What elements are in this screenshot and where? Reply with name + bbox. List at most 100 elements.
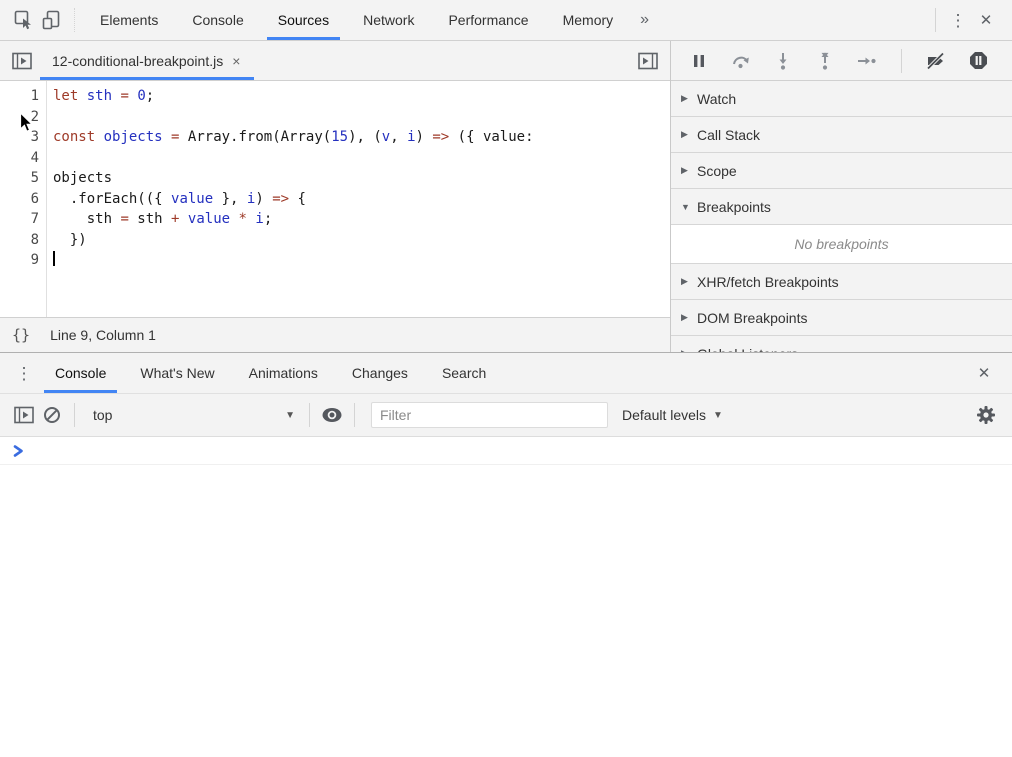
editor-line[interactable]: 8 }) <box>0 230 670 251</box>
code-token: = <box>120 88 128 104</box>
step-over-button[interactable] <box>725 47 757 75</box>
close-file-tab-icon[interactable]: × <box>232 53 240 69</box>
step-out-button[interactable] <box>809 47 841 75</box>
code-token <box>78 88 86 104</box>
line-number[interactable]: 4 <box>0 148 47 169</box>
pause-on-exceptions-icon <box>969 51 988 70</box>
console-settings-button[interactable] <box>972 401 1000 429</box>
toolbar-separator <box>74 403 75 427</box>
line-number[interactable]: 8 <box>0 230 47 251</box>
step-out-icon <box>817 52 833 70</box>
editor-pane: 12-conditional-breakpoint.js × 1let sth … <box>0 41 670 352</box>
sidebar-section-xhr-fetch-breakpoints[interactable]: ▶ XHR/fetch Breakpoints <box>671 264 1012 300</box>
tab-network[interactable]: Network <box>346 0 431 40</box>
pause-on-exceptions-button[interactable] <box>962 47 994 75</box>
show-debugger-sidebar-button[interactable] <box>634 47 662 75</box>
code-text: .forEach(({ value }, i) => { <box>47 189 306 210</box>
drawer-menu-button[interactable]: ⋮ <box>10 359 38 387</box>
drawer-tab-animations[interactable]: Animations <box>232 353 335 393</box>
code-token: sth <box>53 211 120 227</box>
tab-sources[interactable]: Sources <box>261 0 346 40</box>
editor-lines: 1let sth = 0;23const objects = Array.fro… <box>0 81 670 271</box>
line-number[interactable]: 9 <box>0 250 47 271</box>
drawer-tab-console[interactable]: Console <box>38 353 123 393</box>
line-number[interactable]: 7 <box>0 209 47 230</box>
create-live-expression-button[interactable] <box>318 401 346 429</box>
code-token: const <box>53 129 95 145</box>
inspect-element-button[interactable] <box>10 6 38 34</box>
tab-performance[interactable]: Performance <box>431 0 545 40</box>
log-levels-selector[interactable]: Default levels ▼ <box>622 407 723 423</box>
line-number[interactable]: 5 <box>0 168 47 189</box>
code-token: i <box>407 129 415 145</box>
main-toolbar: Elements Console Sources Network Perform… <box>0 0 1012 41</box>
gear-icon <box>976 405 996 425</box>
pause-script-button[interactable] <box>683 47 715 75</box>
sidebar-section-scope[interactable]: ▶ Scope <box>671 153 1012 189</box>
drawer: ⋮ Console What's New Animations Changes … <box>0 352 1012 757</box>
show-console-sidebar-button[interactable] <box>10 401 38 429</box>
tab-console[interactable]: Console <box>175 0 260 40</box>
javascript-context-selector[interactable]: top ▼ <box>83 407 301 423</box>
sidebar-section-watch[interactable]: ▶ Watch <box>671 81 1012 117</box>
editor-line[interactable]: 3const objects = Array.from(Array(15), (… <box>0 127 670 148</box>
pretty-print-button[interactable]: {} <box>12 326 30 344</box>
close-drawer-button[interactable]: ✕ <box>970 359 998 387</box>
step-into-icon <box>775 52 791 70</box>
step-over-icon <box>731 53 751 69</box>
code-token: v <box>382 129 390 145</box>
eye-icon <box>321 407 343 423</box>
section-label: DOM Breakpoints <box>697 310 807 326</box>
editor-line[interactable]: 6 .forEach(({ value }, i) => { <box>0 189 670 210</box>
code-token: }, <box>213 191 247 207</box>
section-label: Global Listeners <box>697 346 798 353</box>
code-token: value <box>188 211 230 227</box>
close-devtools-button[interactable]: ✕ <box>972 6 1000 34</box>
console-messages-area[interactable] <box>0 437 1012 757</box>
devtools-menu-button[interactable]: ⋮ <box>944 6 972 34</box>
code-token: { <box>289 191 306 207</box>
line-number[interactable]: 3 <box>0 127 47 148</box>
more-tabs-button[interactable]: » <box>630 11 659 29</box>
line-number[interactable]: 1 <box>0 86 47 107</box>
drawer-tab-changes[interactable]: Changes <box>335 353 425 393</box>
code-text: sth = sth + value * i; <box>47 209 272 230</box>
editor-line[interactable]: 1let sth = 0; <box>0 86 670 107</box>
step-button[interactable] <box>851 47 883 75</box>
show-navigator-button[interactable] <box>8 47 36 75</box>
editor-line[interactable]: 2 <box>0 107 670 128</box>
console-filter-input[interactable] <box>371 402 608 428</box>
editor-line[interactable]: 7 sth = sth + value * i; <box>0 209 670 230</box>
sidebar-section-breakpoints[interactable]: ▼ Breakpoints <box>671 189 1012 225</box>
drawer-tab-whats-new[interactable]: What's New <box>123 353 231 393</box>
file-tab[interactable]: 12-conditional-breakpoint.js × <box>40 41 254 80</box>
tab-memory[interactable]: Memory <box>546 0 631 40</box>
toolbar-separator <box>901 49 902 73</box>
step-into-button[interactable] <box>767 47 799 75</box>
sidebar-right-toggle-icon <box>637 51 659 71</box>
debugger-toolbar <box>671 41 1012 81</box>
toggle-device-toolbar-button[interactable] <box>38 6 66 34</box>
clear-console-button[interactable] <box>38 401 66 429</box>
editor-line[interactable]: 4 <box>0 148 670 169</box>
sidebar-left-toggle-icon <box>13 405 35 425</box>
sidebar-section-global-listeners[interactable]: ▶ Global Listeners <box>671 336 1012 352</box>
code-editor[interactable]: 1let sth = 0;23const objects = Array.fro… <box>0 81 670 317</box>
code-token: ; <box>264 211 272 227</box>
chevron-right-icon: ▶ <box>681 348 697 352</box>
toolbar-separator <box>354 403 355 427</box>
editor-line[interactable]: 9 <box>0 250 670 271</box>
deactivate-breakpoints-button[interactable] <box>920 47 952 75</box>
sidebar-section-call-stack[interactable]: ▶ Call Stack <box>671 117 1012 153</box>
drawer-tab-search[interactable]: Search <box>425 353 503 393</box>
tab-elements[interactable]: Elements <box>83 0 175 40</box>
sidebar-section-dom-breakpoints[interactable]: ▶ DOM Breakpoints <box>671 300 1012 336</box>
console-prompt[interactable] <box>0 437 1012 465</box>
line-number[interactable]: 6 <box>0 189 47 210</box>
line-number[interactable]: 2 <box>0 107 47 128</box>
file-tab-bar: 12-conditional-breakpoint.js × <box>0 41 670 81</box>
sidebar-left-toggle-icon <box>11 51 33 71</box>
clear-console-icon <box>43 406 61 424</box>
text-caret <box>53 251 55 266</box>
editor-line[interactable]: 5objects <box>0 168 670 189</box>
